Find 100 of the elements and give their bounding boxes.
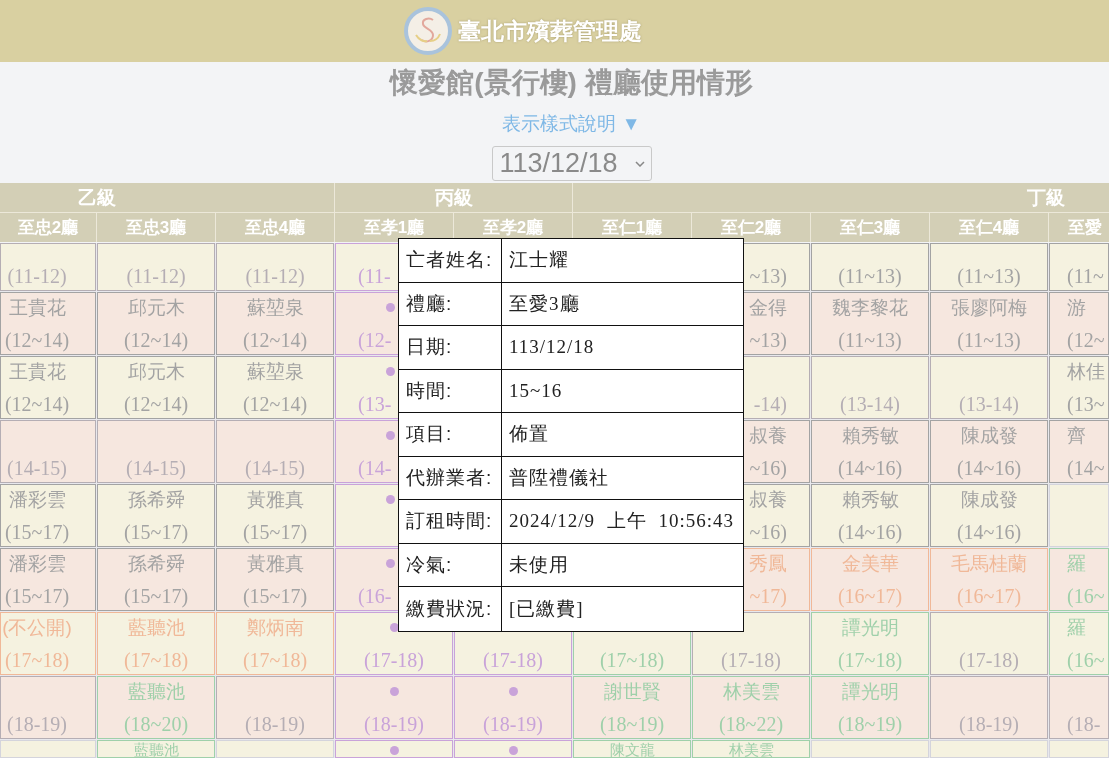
tooltip-label: 訂租時間: [399, 500, 502, 544]
table-cell[interactable]: (14-15) [97, 420, 215, 483]
time-slot: (17~18) [242, 647, 308, 673]
table-cell[interactable]: (17-18) [930, 612, 1048, 675]
legend-link[interactable]: 表示樣式說明 ▼ [502, 112, 641, 136]
table-cell[interactable]: (11~13) [930, 243, 1048, 291]
group-header: 丙級 [335, 183, 572, 212]
time-slot: (17~18) [4, 647, 70, 673]
tooltip-value: 佈置 [502, 413, 743, 457]
tooltip-value: 15~16 [502, 369, 743, 413]
deceased-name: 林美雲 [728, 741, 774, 758]
table-cell[interactable]: 黃雅真 (15~17) [216, 548, 334, 611]
column-header: 至忠3廳 [97, 213, 215, 242]
table-cell[interactable]: (11-12) [97, 243, 215, 291]
date-select[interactable]: 113/12/18 [491, 146, 652, 181]
table-cell[interactable]: (18- [1049, 676, 1109, 739]
table-cell[interactable]: 齊 (14~ [1049, 420, 1109, 483]
table-cell[interactable]: 孫希舜 (15~17) [97, 548, 215, 611]
time-slot: (12~14) [123, 327, 189, 353]
table-cell[interactable]: 林美雲 [692, 740, 810, 758]
table-cell[interactable]: (11~ [1049, 243, 1109, 291]
table-cell[interactable]: (14-15) [0, 420, 96, 483]
table-cell[interactable]: 游 (12~ [1049, 292, 1109, 355]
table-cell[interactable]: 孫希舜 (15~17) [97, 484, 215, 547]
table-cell[interactable]: (13-14) [811, 356, 929, 419]
table-cell[interactable]: 潘彩雲 (15~17) [0, 548, 96, 611]
table-cell[interactable]: (不公開) (17~18) [0, 612, 96, 675]
deceased-name: 張廖阿梅 [951, 296, 1027, 320]
time-slot: (11~13) [957, 327, 1021, 353]
table-cell[interactable]: 藍聽池 (17~18) [97, 612, 215, 675]
table-cell[interactable]: 張廖阿梅 (11~13) [930, 292, 1048, 355]
time-slot: (17-18) [721, 647, 781, 673]
table-cell[interactable]: 謝世賢 (18~19) [573, 676, 691, 739]
table-cell[interactable]: 賴秀敏 (14~16) [811, 484, 929, 547]
table-cell[interactable] [335, 740, 453, 758]
table-cell[interactable]: 金美華 (16~17) [811, 548, 929, 611]
table-cell[interactable]: 邱元木 (12~14) [97, 356, 215, 419]
table-cell[interactable]: 賴秀敏 (14~16) [811, 420, 929, 483]
table-cell[interactable]: 林佳 (13~ [1049, 356, 1109, 419]
table-cell[interactable]: 王貴花 (12~14) [0, 356, 96, 419]
table-cell[interactable] [454, 740, 572, 758]
table-cell[interactable]: 譚光明 (18~19) [811, 676, 929, 739]
time-slot: (17-18) [483, 647, 543, 673]
tooltip-value: 至愛3廳 [502, 282, 743, 326]
table-cell[interactable]: 黃雅真 (15~17) [216, 484, 334, 547]
time-slot: (16- [358, 583, 392, 609]
time-slot: (12~14) [4, 327, 70, 353]
time-slot: (14~16) [956, 455, 1022, 481]
time-slot: (18-19) [959, 711, 1019, 737]
group-header: 丁級 [573, 183, 1109, 212]
time-slot: (14~ [1067, 455, 1105, 481]
time-slot: (15~17) [4, 583, 70, 609]
table-cell[interactable]: 邱元木 (12~14) [97, 292, 215, 355]
table-cell[interactable]: (18-19) [930, 676, 1048, 739]
deceased-name: 黃雅真 [246, 488, 304, 512]
table-cell[interactable]: (14-15) [216, 420, 334, 483]
time-slot: (16~17) [956, 583, 1022, 609]
time-slot: ~16) [749, 455, 787, 481]
deceased-name: 潘彩雲 [8, 488, 66, 512]
table-cell[interactable]: (11-12) [0, 243, 96, 291]
table-cell[interactable]: (11~13) [811, 243, 929, 291]
table-cell[interactable]: 藍聽池 [97, 740, 215, 758]
table-cell[interactable]: 藍聽池 (18~20) [97, 676, 215, 739]
table-cell[interactable]: 蘇堃泉 (12~14) [216, 356, 334, 419]
table-cell[interactable]: (18-19) [335, 676, 453, 739]
time-slot: (11~13) [957, 263, 1021, 289]
time-slot: (18~19) [837, 711, 903, 737]
table-cell[interactable]: (18-19) [454, 676, 572, 739]
table-cell[interactable]: 羅 (16~ [1049, 612, 1109, 675]
table-cell[interactable]: 魏李黎花 (11~13) [811, 292, 929, 355]
time-slot: (11- [358, 263, 391, 289]
table-cell[interactable]: (18-19) [216, 676, 334, 739]
table-cell[interactable]: 毛馬桂蘭 (16~17) [930, 548, 1048, 611]
table-cell[interactable]: 陳成發 (14~16) [930, 484, 1048, 547]
time-slot: (14- [358, 455, 392, 481]
time-slot: (14~16) [837, 519, 903, 545]
deceased-name: 金美華 [841, 552, 899, 576]
deceased-name: 孫希舜 [127, 488, 185, 512]
time-slot: (11-12) [245, 263, 305, 289]
table-cell[interactable]: 潘彩雲 (15~17) [0, 484, 96, 547]
time-slot: (15~17) [242, 583, 308, 609]
table-cell[interactable]: 羅 (16~ [1049, 548, 1109, 611]
table-cell[interactable]: (13-14) [930, 356, 1048, 419]
time-slot: (13~ [1067, 391, 1105, 417]
tooltip-label: 亡者姓名: [399, 239, 502, 283]
deceased-name: 邱元木 [127, 296, 185, 320]
deceased-name: 王貴花 [8, 360, 66, 384]
deceased-name: 魏李黎花 [832, 296, 908, 320]
table-cell[interactable]: (11-12) [216, 243, 334, 291]
table-cell[interactable]: 鄭炳南 (17~18) [216, 612, 334, 675]
table-cell[interactable]: 蘇堃泉 (12~14) [216, 292, 334, 355]
table-cell[interactable]: 陳成發 (14~16) [930, 420, 1048, 483]
table-cell[interactable]: 陳文龍 [573, 740, 691, 758]
table-cell[interactable]: (18-19) [0, 676, 96, 739]
deceased-name: 潘彩雲 [8, 552, 66, 576]
time-slot: (15~17) [242, 519, 308, 545]
column-header: 至仁3廳 [811, 213, 929, 242]
table-cell[interactable]: 王貴花 (12~14) [0, 292, 96, 355]
table-cell[interactable]: 林美雲 (18~22) [692, 676, 810, 739]
table-cell[interactable]: 譚光明 (17~18) [811, 612, 929, 675]
